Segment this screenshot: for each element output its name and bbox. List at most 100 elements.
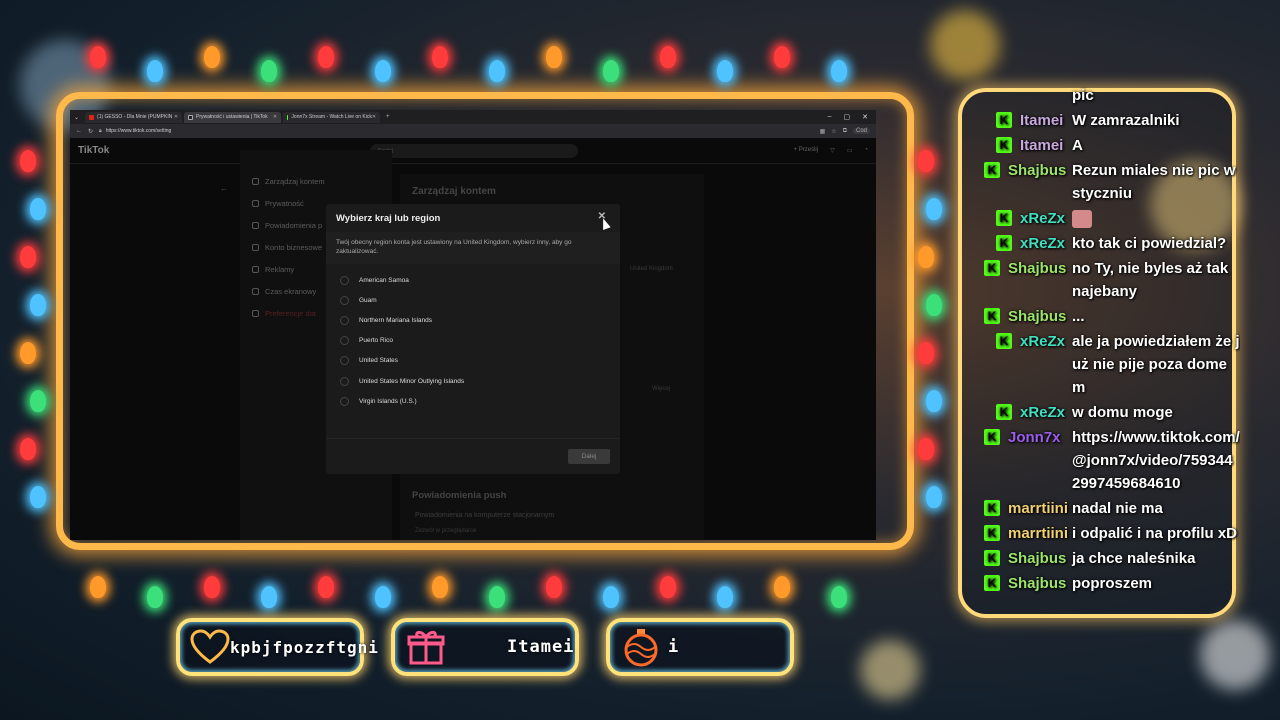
reload-icon[interactable]: ↻ — [88, 128, 93, 135]
region-options: American Samoa Guam Northern Mariana Islan… — [326, 270, 620, 411]
push-setting-hint: Zezwól w przeglądarce — [415, 528, 477, 534]
toolbar-icons: ▦ ☆ ⧉ Cod — [820, 128, 870, 135]
close-icon[interactable]: ✕ — [174, 114, 178, 120]
light-bulb — [660, 576, 676, 598]
bookmark-star-icon[interactable]: ☆ — [831, 128, 836, 135]
chat-text: no Ty, nie byles aż tak najebany — [1072, 260, 1229, 300]
light-bulb — [147, 586, 163, 608]
chat-username[interactable]: Shajbus — [1008, 305, 1066, 328]
region-option-label: American Samoa — [359, 276, 409, 284]
region-option[interactable]: American Samoa — [326, 270, 620, 290]
sidebar-item-icon — [252, 309, 259, 317]
browser-tab-youtube[interactable]: (1) GESSO - Dla Mnie (PUMPKIN ✕ — [85, 111, 183, 123]
light-bulb — [546, 576, 562, 598]
tiktok-logo[interactable]: TikTok — [78, 145, 109, 156]
bokeh-light — [1200, 620, 1270, 690]
chat-username[interactable]: Itamei — [1020, 109, 1063, 132]
chat-username[interactable]: Shajbus — [1008, 257, 1066, 280]
chat-username[interactable]: xReZx — [1020, 401, 1065, 424]
radio-button[interactable] — [340, 295, 349, 305]
radio-button[interactable] — [340, 396, 349, 406]
profile-button[interactable]: Cod — [852, 128, 870, 134]
minimize-button[interactable]: – — [828, 113, 832, 121]
sidebar-item-label: Konto biznesowe — [265, 242, 323, 252]
chat-message: pic — [980, 84, 1240, 107]
light-bulb — [147, 60, 163, 82]
radio-button[interactable] — [340, 315, 349, 325]
extensions-icon[interactable]: ⧉ — [843, 128, 847, 135]
light-bulb — [926, 486, 942, 508]
sub-name: Itamei — [507, 637, 575, 657]
sidebar-item-icon — [252, 243, 259, 251]
kick-badge-icon: K — [984, 550, 1000, 566]
light-bulb — [717, 586, 733, 608]
follower-name: kpbjfpozzftgni — [230, 637, 379, 657]
tab-list-icon[interactable]: ⌄ — [74, 114, 79, 121]
region-value: United Kingdom — [630, 266, 673, 272]
extension-icon[interactable]: ▦ — [820, 128, 826, 135]
light-bulb — [30, 390, 46, 412]
maximize-button[interactable]: ▢ — [844, 113, 851, 121]
chat-username[interactable]: Itamei — [1020, 134, 1063, 157]
region-option-label: United States Minor Outlying Islands — [359, 377, 465, 385]
light-bulb — [918, 150, 934, 172]
send-icon[interactable]: ▽ — [830, 147, 835, 154]
region-option[interactable]: United States — [326, 351, 620, 371]
new-tab-button[interactable]: + — [386, 114, 390, 120]
light-bulb — [489, 586, 505, 608]
chat-username[interactable]: Shajbus — [1008, 159, 1066, 182]
tab-label: (1) GESSO - Dla Mnie (PUMPKIN — [97, 114, 173, 120]
kick-badge-icon: K — [984, 162, 1000, 178]
region-option[interactable]: Northern Mariana Islands — [326, 310, 620, 330]
light-bulb — [831, 586, 847, 608]
chat-text: kto tak ci powiedzial? — [1072, 235, 1227, 252]
avatar[interactable]: ◔ — [864, 147, 868, 154]
back-icon[interactable]: ← — [76, 128, 82, 134]
sidebar-item-label: Preferencje dot — [265, 308, 316, 318]
close-icon[interactable]: ✕ — [273, 114, 277, 120]
inbox-icon[interactable]: ▭ — [847, 147, 853, 154]
gift-icon — [405, 626, 447, 668]
chat-message: Kmarrtiini i odpalić i na profilu xD — [980, 522, 1240, 545]
light-bulb — [774, 46, 790, 68]
chat-username[interactable]: xReZx — [1020, 207, 1065, 230]
back-arrow-icon[interactable]: ← — [220, 184, 228, 193]
url-field[interactable]: https://www.tiktok.com/setting — [106, 128, 172, 134]
region-option-label: Puerto Rico — [359, 337, 393, 345]
browser-tab-kick[interactable]: Jonn7x Stream - Watch Live on Kick ✕ — [283, 111, 381, 123]
window-close-button[interactable]: ✕ — [862, 113, 868, 121]
next-button[interactable]: Dalej — [568, 449, 610, 464]
radio-button[interactable] — [340, 376, 349, 386]
region-option-label: Guam — [359, 296, 377, 304]
sidebar-item-label: Czas ekranowy — [265, 286, 317, 296]
region-option[interactable]: United States Minor Outlying Islands — [326, 371, 620, 391]
close-icon[interactable]: ✕ — [372, 114, 376, 120]
upload-button[interactable]: + Prześlij — [794, 147, 819, 154]
chat-username[interactable]: xReZx — [1020, 330, 1065, 353]
sidebar-item[interactable]: Zarządzaj kontem — [240, 170, 392, 192]
follower-alert: kpbjfpozzftgni — [176, 618, 378, 676]
chat-username[interactable]: Jonn7x — [1008, 426, 1061, 449]
light-bulb — [30, 198, 46, 220]
chat-username[interactable]: Shajbus — [1008, 547, 1066, 570]
radio-button[interactable] — [340, 356, 349, 366]
chat-username[interactable]: Shajbus — [1008, 572, 1066, 595]
chat-username[interactable]: marrtiini — [1008, 522, 1068, 545]
browser-tab-tiktok[interactable]: Prywatność i ustawienia | TikTok ✕ — [184, 111, 282, 123]
region-option[interactable]: Virgin Islands (U.S.) — [326, 391, 620, 411]
address-bar: ← ↻ 🔒︎ https://www.tiktok.com/setting ▦ … — [70, 124, 876, 138]
search-input[interactable]: Szukaj — [370, 144, 578, 158]
tiktok-header: TikTok Szukaj + Prześlij ▽ ▭ ◔ — [70, 138, 876, 164]
region-option[interactable]: Guam — [326, 290, 620, 310]
chat-username[interactable]: marrtiini — [1008, 497, 1068, 520]
donation-name: i — [668, 637, 680, 657]
sidebar-item-label: Powiadomienia p — [265, 220, 323, 230]
chat-username[interactable]: xReZx — [1020, 232, 1065, 255]
chat-message: KxReZx ale ja powiedziałem że już nie pij… — [980, 330, 1240, 399]
radio-button[interactable] — [340, 275, 349, 285]
chat-message: K Shajbus Rezun miales nie pic w styczniu — [980, 159, 1240, 205]
region-option[interactable]: Puerto Rico — [326, 331, 620, 351]
region-option-label: United States — [359, 357, 399, 365]
radio-button[interactable] — [340, 336, 349, 346]
chat-message: KxReZx — [980, 207, 1240, 230]
